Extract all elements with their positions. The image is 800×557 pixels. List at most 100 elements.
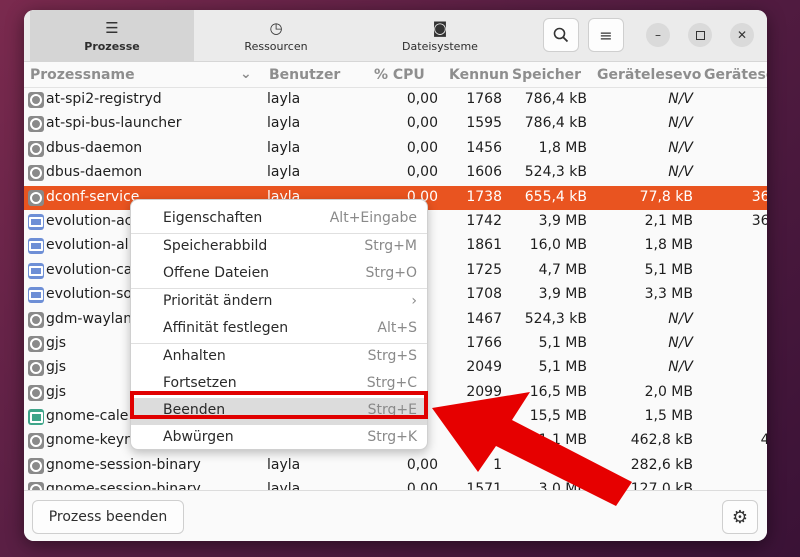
close-button[interactable]: ✕ — [730, 23, 754, 47]
cell-disk-read: 77,8 kB — [639, 188, 693, 205]
cell-user: layla — [267, 115, 301, 132]
cell-memory: 4,7 MB — [538, 261, 587, 278]
cell-process-name: gdm-waylan — [46, 310, 133, 327]
cell-disk-read: 127,0 kB — [630, 481, 693, 490]
preferences-button[interactable]: ⚙ — [722, 500, 758, 534]
table-row[interactable]: dbus-daemon layla 0,00 1606 524,3 kB N/V — [24, 161, 767, 185]
table-row[interactable]: at-spi2-registryd layla 0,00 1768 786,4 kB N/… — [24, 88, 767, 112]
menu-item[interactable]: Offene Dateien Strg+O — [131, 261, 427, 288]
cell-memory: 16,0 MB — [529, 237, 587, 254]
mail-app-icon — [28, 287, 44, 304]
cell-cpu: 0,00 — [406, 456, 438, 473]
menu-item-shortcut: Strg+K — [367, 429, 417, 445]
cell-disk-read: 2,1 MB — [644, 212, 693, 229]
tab-processes[interactable]: ☰ Prozesse — [30, 10, 194, 62]
cell-disk-read: N/V — [668, 310, 693, 327]
menu-item-label: Eigenschaften — [163, 210, 263, 226]
cell-id: 1 — [493, 456, 502, 473]
menu-item-shortcut: Alt+Eingabe — [329, 210, 417, 226]
menu-item-shortcut: Strg+S — [367, 348, 417, 364]
table-row[interactable]: gnome-session-binary layla 0,00 1 282,6 kB — [24, 454, 767, 478]
cell-id: 1725 — [466, 261, 502, 278]
menu-item[interactable]: Eigenschaften Alt+Eingabe — [131, 206, 427, 233]
minimize-icon: – — [655, 28, 661, 42]
cell-id: 1738 — [466, 188, 502, 205]
cell-disk-write: 4, — [760, 432, 767, 449]
cell-disk-read: 282,6 kB — [630, 456, 693, 473]
menu-item[interactable]: Abwürgen Strg+K — [131, 425, 427, 452]
table-row[interactable]: gnome-session-binary layla 0,00 1571 3,0 MB 1… — [24, 478, 767, 490]
cell-disk-read: N/V — [668, 91, 693, 107]
cell-disk-read: 462,8 kB — [630, 432, 693, 449]
table-row[interactable]: at-spi-bus-launcher layla 0,00 1595 786,4 kB… — [24, 112, 767, 136]
menu-item[interactable]: Speicherabbild Strg+M — [131, 234, 427, 261]
col-disk-read[interactable]: Gerätelesevo — [597, 67, 701, 83]
cell-memory: 524,3 kB — [524, 310, 587, 327]
col-cpu[interactable]: % CPU — [374, 67, 425, 83]
col-disk-write[interactable]: Geräteso — [704, 67, 767, 83]
cell-id: 1456 — [466, 139, 502, 156]
search-button[interactable] — [543, 18, 579, 52]
menu-item-label: Anhalten — [163, 348, 226, 364]
menu-item[interactable]: Priorität ändern › — [131, 289, 427, 316]
cell-disk-read: 5,1 MB — [644, 261, 693, 278]
maximize-button[interactable] — [688, 23, 712, 47]
cell-user: layla — [267, 481, 301, 490]
menu-item-label: Abwürgen — [163, 429, 234, 445]
menu-item-label: Offene Dateien — [163, 265, 270, 281]
col-id[interactable]: Kennun — [449, 67, 509, 83]
menu-item[interactable]: Affinität festlegen Alt+S — [131, 316, 427, 343]
gear-icon: ⚙ — [731, 506, 749, 528]
cell-process-name: dbus-daemon — [46, 164, 143, 181]
cell-disk-write: 36, — [751, 188, 767, 205]
tab-filesystems[interactable]: ◙ Dateisysteme — [358, 10, 522, 62]
menu-item[interactable]: Anhalten Strg+S — [131, 344, 427, 371]
process-icon — [28, 433, 44, 450]
cell-id: 1595 — [466, 115, 502, 132]
menu-item-label: Priorität ändern — [163, 293, 273, 309]
cell-cpu: 0,00 — [406, 115, 438, 132]
menu-item-shortcut: Strg+O — [365, 265, 417, 281]
minimize-button[interactable]: – — [646, 23, 670, 47]
menu-item[interactable]: Beenden Strg+E — [131, 398, 427, 425]
cell-memory: 1,1 MB — [538, 432, 587, 449]
cell-process-name: gjs — [46, 383, 67, 400]
menu-item-label: Beenden — [163, 402, 226, 418]
footer-bar: Prozess beenden ⚙ — [24, 490, 767, 541]
process-icon — [28, 482, 44, 490]
cell-id: 1606 — [466, 164, 502, 181]
cell-memory: 786,4 kB — [524, 91, 587, 107]
calendar-app-icon — [28, 409, 44, 426]
cell-id: 1571 — [466, 481, 502, 490]
cell-memory: 5,1 MB — [538, 334, 587, 351]
mail-app-icon — [28, 213, 44, 230]
main-menu-button[interactable]: ≡ — [588, 18, 624, 52]
cell-process-name: gnome-cale — [46, 408, 129, 425]
col-user[interactable]: Benutzer — [269, 67, 340, 83]
col-process-name[interactable]: Prozessname — [30, 67, 135, 83]
close-icon: ✕ — [736, 28, 748, 42]
tab-resources[interactable]: ◷ Ressourcen — [194, 10, 358, 62]
cell-user: layla — [267, 91, 301, 107]
chevron-right-icon: › — [411, 293, 417, 309]
cell-memory: 3,9 MB — [538, 286, 587, 303]
cell-disk-write: 36, — [751, 212, 767, 229]
col-memory[interactable]: Speicher — [512, 67, 581, 83]
end-process-button[interactable]: Prozess beenden — [32, 500, 184, 534]
cell-id: 2049 — [466, 359, 502, 376]
menu-item-label: Affinität festlegen — [163, 320, 289, 336]
menu-item-shortcut: Strg+C — [366, 375, 417, 391]
table-row[interactable]: dbus-daemon layla 0,00 1456 1,8 MB N/V — [24, 137, 767, 161]
cell-process-name: gnome-session-binary — [46, 481, 201, 490]
chevron-down-icon[interactable]: ⌄ — [240, 66, 252, 82]
tab-processes-label: Prozesse — [84, 40, 140, 53]
cell-user: layla — [267, 456, 301, 473]
cell-memory: 524,3 kB — [524, 164, 587, 181]
cell-disk-read: N/V — [668, 359, 693, 376]
menu-item[interactable]: Fortsetzen Strg+C — [131, 371, 427, 398]
cell-disk-read: N/V — [668, 164, 693, 181]
cell-memory: 786,4 kB — [524, 115, 587, 132]
cell-process-name: evolution-ac — [46, 212, 133, 229]
cell-memory: 16,5 MB — [529, 383, 587, 400]
cell-process-name: evolution-ca — [46, 261, 133, 278]
